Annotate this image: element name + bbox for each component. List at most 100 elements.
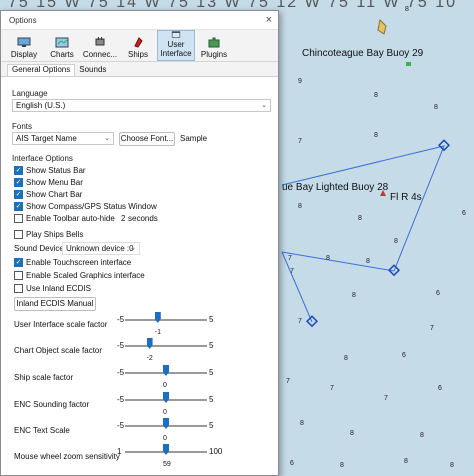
checkbox-box [14,202,23,211]
depth-sounding: 7 [298,318,302,325]
slider-value: -2 [146,355,153,362]
slider-label: Chart Object scale factor [14,346,103,355]
slider-thumb[interactable] [146,338,153,349]
tab-ships[interactable]: Ships [119,30,157,61]
depth-sounding: 8 [352,292,356,299]
depth-sounding: 6 [436,290,440,297]
slider-max-label: 5 [209,421,214,430]
checkbox-box [14,166,23,175]
slider-label: Mouse wheel zoom sensitivity [14,452,120,461]
scaled-graphics-checkbox[interactable]: Enable Scaled Graphics interface [14,270,145,281]
checkbox-box [14,271,23,280]
inland-ecdis-checkbox[interactable]: Use Inland ECDIS [14,283,91,294]
slider-min-label: -5 [117,341,125,350]
slider-value: 0 [163,435,167,442]
slider-thumb[interactable] [163,365,169,376]
autohide-seconds-input[interactable]: 2 [121,214,125,223]
show-menu-bar-checkbox[interactable]: Show Menu Bar [14,177,83,188]
slider-value: 0 [163,382,167,389]
choose-font-button[interactable]: Choose Font... [119,132,175,146]
slider-value: 0 [163,409,167,416]
show-compass-gps-checkbox[interactable]: Show Compass/GPS Status Window [14,201,157,212]
font-element-select[interactable]: AIS Target Name ⌄ [12,132,114,145]
slider-track[interactable] [125,319,207,321]
tab-plugins[interactable]: Plugins [195,30,233,61]
checkbox-label: Enable Scaled Graphics interface [26,271,145,280]
slider-thumb[interactable] [163,444,169,455]
monitor-icon [17,37,31,47]
buoy-29-marker [406,62,411,66]
slider-min-label: 1 [117,447,122,456]
checkbox-box [14,230,23,239]
subtab-bar: General Options Sounds [1,63,278,77]
tab-label: Plugins [200,50,228,59]
slider-value: -1 [154,329,162,336]
subtab-sounds[interactable]: Sounds [75,65,110,76]
depth-sounding: 6 [462,210,466,217]
depth-sounding: 7 [288,255,292,262]
depth-sounding: 8 [358,215,362,222]
language-header: Language [12,89,48,98]
slider-thumb[interactable] [154,312,161,323]
slider-min-label: -5 [117,421,125,430]
depth-sounding: 8 [340,462,344,469]
buoy-28-label: ue Bay Lighted Buoy 28 [282,182,389,193]
options-dialog: Options × Display Charts Connec... Ships… [0,10,279,476]
depth-sounding: 8 [300,420,304,427]
island-shape [377,18,387,35]
slider-label: ENC Text Scale [14,426,70,435]
depth-sounding: 8 [434,104,438,111]
depth-sounding: 6 [438,385,442,392]
checkbox-label: Show Compass/GPS Status Window [26,202,157,211]
chevron-down-icon: ⌄ [261,102,267,109]
slider-thumb[interactable] [163,418,169,429]
show-chart-bar-checkbox[interactable]: Show Chart Bar [14,189,82,200]
depth-sounding: 8 [394,238,398,245]
fonts-header: Fonts [12,122,33,131]
slider-value: 59 [163,461,171,468]
dialog-title: Options [9,15,37,25]
checkbox-label: Show Chart Bar [26,190,83,199]
font-element-value: AIS Target Name [16,134,77,143]
sound-device-select[interactable]: Unknown device :0 ⌄ [62,242,140,255]
depth-sounding: 7 [430,325,434,332]
subtab-general-options[interactable]: General Options [7,64,76,76]
light-characteristic-label: Fl R 4s [390,192,422,203]
slider-thumb[interactable] [163,392,169,403]
options-toolbar: Display Charts Connec... Ships User Inte… [1,30,278,62]
slider-label: ENC Sounding factor [14,400,90,409]
tab-label: Ships [127,50,148,59]
slider-row: ENC Sounding factor -5 5 0 [1,392,278,419]
slider-label: Ship scale factor [14,373,74,382]
slider-label: User Interface scale factor [14,320,108,329]
tab-user-interface[interactable]: User Interface [157,30,195,61]
depth-sounding: 8 [374,92,378,99]
depth-sounding: 8 [298,203,302,210]
checkbox-label: Play Ships Bells [26,230,84,239]
depth-sounding: 8 [366,258,370,265]
checkbox-label: Show Status Bar [26,166,86,175]
close-icon[interactable]: × [266,14,272,26]
depth-sounding: 7 [384,395,388,402]
depth-sounding: 7 [298,138,302,145]
slider-min-label: -5 [117,315,125,324]
tab-connections[interactable]: Connec... [81,30,119,61]
depth-sounding: 8 [450,462,454,469]
inland-ecdis-manual-button[interactable]: Inland ECDIS Manual [14,297,96,311]
slider-max-label: 5 [209,315,214,324]
tab-display[interactable]: Display [5,30,43,61]
toolbar-autohide-checkbox[interactable]: Enable Toolbar auto-hide [14,213,115,224]
depth-sounding: 8 [350,430,354,437]
slider-row: Chart Object scale factor -5 5 -2 [1,338,278,365]
language-select[interactable]: English (U.S.) ⌄ [12,99,271,112]
depth-sounding: 8 [326,255,330,262]
slider-row: ENC Text Scale -5 5 0 [1,418,278,445]
depth-sounding: 7 [286,378,290,385]
show-status-bar-checkbox[interactable]: Show Status Bar [14,165,86,176]
dialog-titlebar[interactable]: Options × [1,11,278,30]
slider-track[interactable] [125,345,207,347]
touchscreen-checkbox[interactable]: Enable Touchscreen interface [14,257,131,268]
play-ships-bells-checkbox[interactable]: Play Ships Bells [14,229,83,240]
tab-charts[interactable]: Charts [43,30,81,61]
buoy-29-label: Chincoteague Bay Buoy 29 [302,48,424,59]
